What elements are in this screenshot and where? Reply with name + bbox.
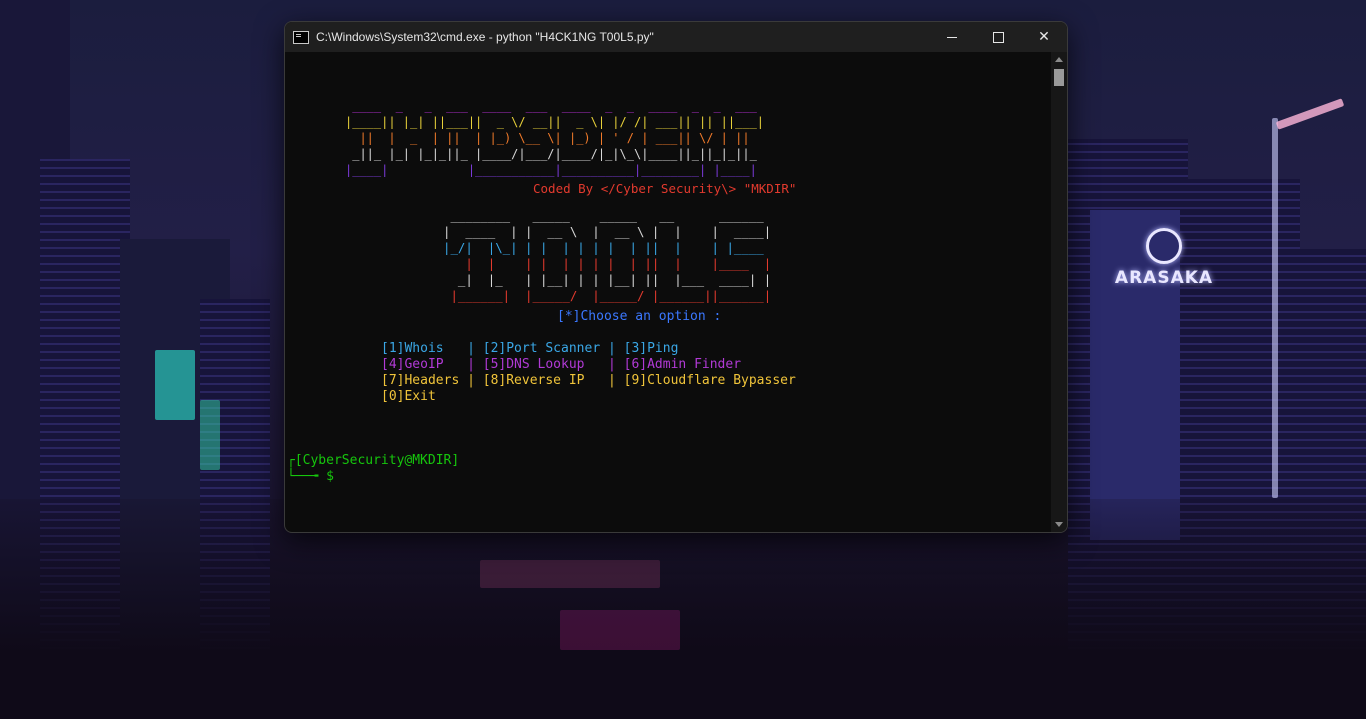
shell-input-line[interactable]: └──╼ $ — [287, 469, 334, 485]
scroll-up-icon[interactable] — [1055, 57, 1063, 62]
banner-line: _||_ |_| |_|_||_ |____/|___/|____/|_|\_\… — [345, 147, 772, 161]
arasaka-logo: ARASAKA — [1112, 228, 1216, 288]
tools-line: | ____ | | __ \ | __ \ | | | ____| — [443, 224, 772, 239]
arasaka-logo-text: ARASAKA — [1114, 268, 1214, 288]
close-icon: ✕ — [1038, 29, 1050, 45]
vertical-scrollbar[interactable] — [1051, 52, 1067, 532]
close-button[interactable]: ✕ — [1021, 22, 1067, 52]
tools-line: _| |_ | |__| | | |__| || |___ ____| | — [443, 272, 772, 287]
cmd-icon — [293, 30, 309, 44]
banner-line: || | _ | || | |_) \__ \| |_) | ' / | ___… — [345, 131, 772, 145]
tools-line: | | | | | | | | | || | |____ | — [443, 256, 772, 271]
banner-line: |____|| |_| ||___|| _ \/ __|| _ \| |/ /|… — [345, 115, 772, 129]
menu-row-1: [1]Whois | [2]Port Scanner | [3]Ping — [381, 341, 679, 356]
tools-line: ________ _____ _____ __ ______ — [443, 208, 772, 223]
window-title: C:\Windows\System32\cmd.exe - python "H4… — [316, 30, 654, 44]
hacking-banner: ____ _ _ ___ ____ ___ ____ _ _ ____ _ _ … — [345, 98, 771, 178]
credit-line: Coded By </Cyber Security\> "MKDIR" — [533, 181, 797, 196]
tools-line: |______| |_____/ |_____/ |______||______… — [443, 288, 772, 303]
maximize-icon — [992, 31, 1004, 43]
scroll-down-icon[interactable] — [1055, 522, 1063, 527]
console-window[interactable]: C:\Windows\System32\cmd.exe - python "H4… — [284, 21, 1068, 533]
menu-row-3: [7]Headers | [8]Reverse IP | [9]Cloudfla… — [381, 373, 796, 388]
tools-line: |_/| |\_| | | | | | | | || | | |____ — [443, 240, 772, 255]
console-output[interactable]: ____ _ _ ___ ____ ___ ____ _ _ ____ _ _ … — [285, 52, 1051, 532]
title-bar[interactable]: C:\Windows\System32\cmd.exe - python "H4… — [285, 22, 1067, 52]
menu-row-exit: [0]Exit — [381, 389, 436, 404]
scroll-thumb[interactable] — [1054, 69, 1064, 86]
menu-row-2: [4]GeoIP | [5]DNS Lookup | [6]Admin Find… — [381, 357, 742, 372]
menu-prompt: [*]Choose an option : — [557, 309, 722, 324]
minimize-icon — [947, 36, 957, 38]
banner-line: ____ _ _ ___ ____ ___ ____ _ _ ____ _ _ … — [345, 99, 772, 113]
maximize-button[interactable] — [975, 22, 1021, 52]
minimize-button[interactable] — [929, 22, 975, 52]
banner-line: |____| |___________|__________|________|… — [345, 163, 772, 177]
tools-banner: ________ _____ _____ __ ______ | ____ | … — [443, 208, 771, 304]
shell-user-line: ┌[CyberSecurity@MKDIR] — [287, 453, 460, 468]
